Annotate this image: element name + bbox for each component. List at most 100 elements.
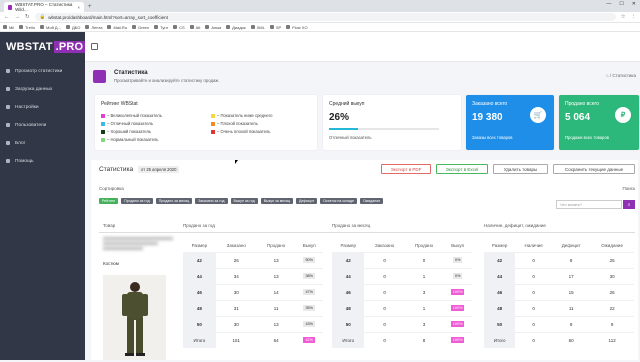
table-cell: 30	[215, 315, 257, 332]
url-field[interactable]: 🔒 wbstat.pro/dashboard/main.html?sort=ar…	[34, 13, 616, 21]
logo[interactable]: WBSTAT .PRO	[0, 32, 86, 62]
bookmark-item[interactable]: CS	[173, 25, 185, 30]
table-cell: 0	[515, 267, 553, 284]
save-data-button[interactable]: Сохранить текущие данные	[553, 164, 635, 174]
column-header[interactable]: Выкуп	[295, 240, 323, 252]
sort-chip[interactable]: Заказано за год	[195, 198, 228, 204]
sort-chip[interactable]: Рейтинг	[99, 198, 119, 204]
maximize-icon[interactable]: ☐	[619, 1, 623, 7]
column-header[interactable]: Размер	[183, 240, 216, 252]
bookmark-item[interactable]: Мой Д...	[39, 25, 61, 30]
browser-tab[interactable]: WBSTAT.PRO – Статистика Wild... ×	[4, 2, 84, 12]
sold-sub: Продажи всех товаров	[565, 135, 610, 140]
bookmark-item[interactable]: Mil	[3, 25, 14, 30]
export-pdf-button[interactable]: Экспорт в PDF	[381, 164, 431, 174]
table-cell: 9	[590, 315, 634, 332]
sidebar-item[interactable]: Пользователи	[0, 116, 85, 134]
table-cell: 50	[332, 315, 365, 332]
legend-swatch	[101, 137, 105, 142]
bookmark-item[interactable]: Trello	[19, 25, 35, 30]
table-cell: 0	[515, 331, 553, 348]
star-icon[interactable]: ☆	[621, 14, 626, 20]
table-header-row: Размер Наличие Дефицит Ожидание	[484, 240, 634, 252]
window-controls: — ☐ ✕	[606, 1, 636, 7]
legend-label: – Хороший показатель	[107, 129, 152, 134]
bookmark-item[interactable]: ДБО	[65, 24, 81, 30]
table-cell: 44	[183, 267, 216, 284]
new-tab-icon[interactable]: +	[88, 2, 92, 12]
sidebar-item-label: Просмотр статистики	[15, 68, 63, 74]
table-cell: 9	[552, 315, 591, 332]
users-icon	[6, 123, 10, 127]
forward-icon[interactable]: →	[15, 14, 21, 20]
product-photo[interactable]	[103, 275, 166, 360]
bookmark-item[interactable]: Лента	[85, 25, 102, 30]
bookmark-icon	[269, 25, 274, 29]
column-header[interactable]: Дефицит	[552, 240, 591, 252]
sort-chip[interactable]: Выкуп за месяц	[260, 198, 293, 204]
month-section-header: Продано за месяц	[332, 223, 371, 228]
column-header[interactable]: Выкуп	[443, 240, 472, 252]
table-cell: 100%	[443, 331, 472, 348]
column-header[interactable]: Заказано	[364, 240, 405, 252]
fullscreen-icon[interactable]	[91, 43, 98, 50]
table-row: 46 0 3 100%	[332, 283, 472, 300]
table-cell: 8	[552, 251, 591, 268]
breadcrumb[interactable]: ⌂ / Статистика	[606, 73, 636, 78]
column-header[interactable]: Размер	[484, 240, 516, 252]
search-button[interactable]: ⌕	[623, 200, 635, 209]
column-header[interactable]: Размер	[332, 240, 365, 252]
buyout-percent-badge: 50%	[303, 257, 316, 263]
bookmark-item[interactable]: Диадок	[226, 25, 246, 30]
upload-icon	[6, 87, 10, 91]
minimize-icon[interactable]: —	[606, 1, 611, 7]
year-table: Размер Заказано Продано Выкуп 42 26 13 50% 44 34 1…	[183, 240, 323, 348]
back-icon[interactable]: ←	[4, 14, 10, 20]
bookmark-item[interactable]: Green	[132, 25, 149, 30]
bookmark-item[interactable]: Mail.Ru	[107, 25, 127, 30]
bookmark-icon	[65, 25, 70, 29]
close-window-icon[interactable]: ✕	[632, 1, 636, 7]
bookmark-item[interactable]: Альм	[205, 25, 221, 30]
table-cell: 13	[256, 315, 296, 332]
stock-table: Размер Наличие Дефицит Ожидание 42 0 8 25 44 0 17 3…	[484, 240, 634, 348]
table-cell: 46	[332, 283, 365, 300]
column-header[interactable]: Заказано	[215, 240, 257, 252]
table-cell: 0	[364, 267, 405, 284]
bookmark-icon	[85, 25, 90, 29]
sort-chip[interactable]: Дефицит	[295, 198, 318, 204]
column-header[interactable]: Ожидание	[590, 240, 634, 252]
search-input[interactable]: Что искать?	[556, 200, 622, 209]
column-header[interactable]: Продано	[256, 240, 296, 252]
sort-chip[interactable]: Продано за год	[121, 198, 153, 204]
table-row: Итого 151 64 42%	[183, 331, 323, 348]
sort-chip[interactable]: Ожидание	[359, 198, 384, 204]
delete-products-button[interactable]: Удалить товары	[493, 164, 548, 174]
bookmark-item[interactable]: Flow XO	[286, 25, 308, 30]
sort-chip[interactable]: Выкуп за год	[230, 198, 258, 204]
column-header[interactable]: Продано	[404, 240, 444, 252]
blog-icon	[6, 141, 10, 145]
sidebar-item[interactable]: Блог	[0, 134, 85, 152]
close-tab-icon[interactable]: ×	[77, 5, 80, 10]
sort-chip[interactable]: Продано за месяц	[155, 198, 193, 204]
sidebar-item[interactable]: Настройки	[0, 98, 85, 116]
sidebar-item-label: Пользователи	[15, 122, 47, 128]
table-cell: 64	[256, 331, 296, 348]
bookmark-item[interactable]: SP	[269, 25, 281, 30]
reload-icon[interactable]: ↻	[25, 14, 30, 20]
sidebar-item[interactable]: Просмотр статистики	[0, 62, 85, 80]
bookmark-item[interactable]: Alt	[189, 25, 200, 30]
help-icon	[6, 159, 10, 163]
bookmark-label: ДБО	[71, 24, 81, 30]
bookmark-item[interactable]: Тугл	[154, 25, 168, 30]
sidebar-item[interactable]: Помощь	[0, 152, 85, 170]
menu-icon[interactable]: ⋮	[631, 14, 637, 20]
sort-chip[interactable]: Остаток на складе	[320, 198, 357, 204]
table-row: 50 30 13 43%	[183, 315, 323, 332]
sidebar-item[interactable]: Загрузка данных	[0, 80, 85, 98]
table-cell: 48	[332, 299, 365, 316]
column-header[interactable]: Наличие	[515, 240, 553, 252]
export-excel-button[interactable]: Экспорт в Excel	[436, 164, 488, 174]
bookmark-item[interactable]: XML	[250, 25, 265, 30]
